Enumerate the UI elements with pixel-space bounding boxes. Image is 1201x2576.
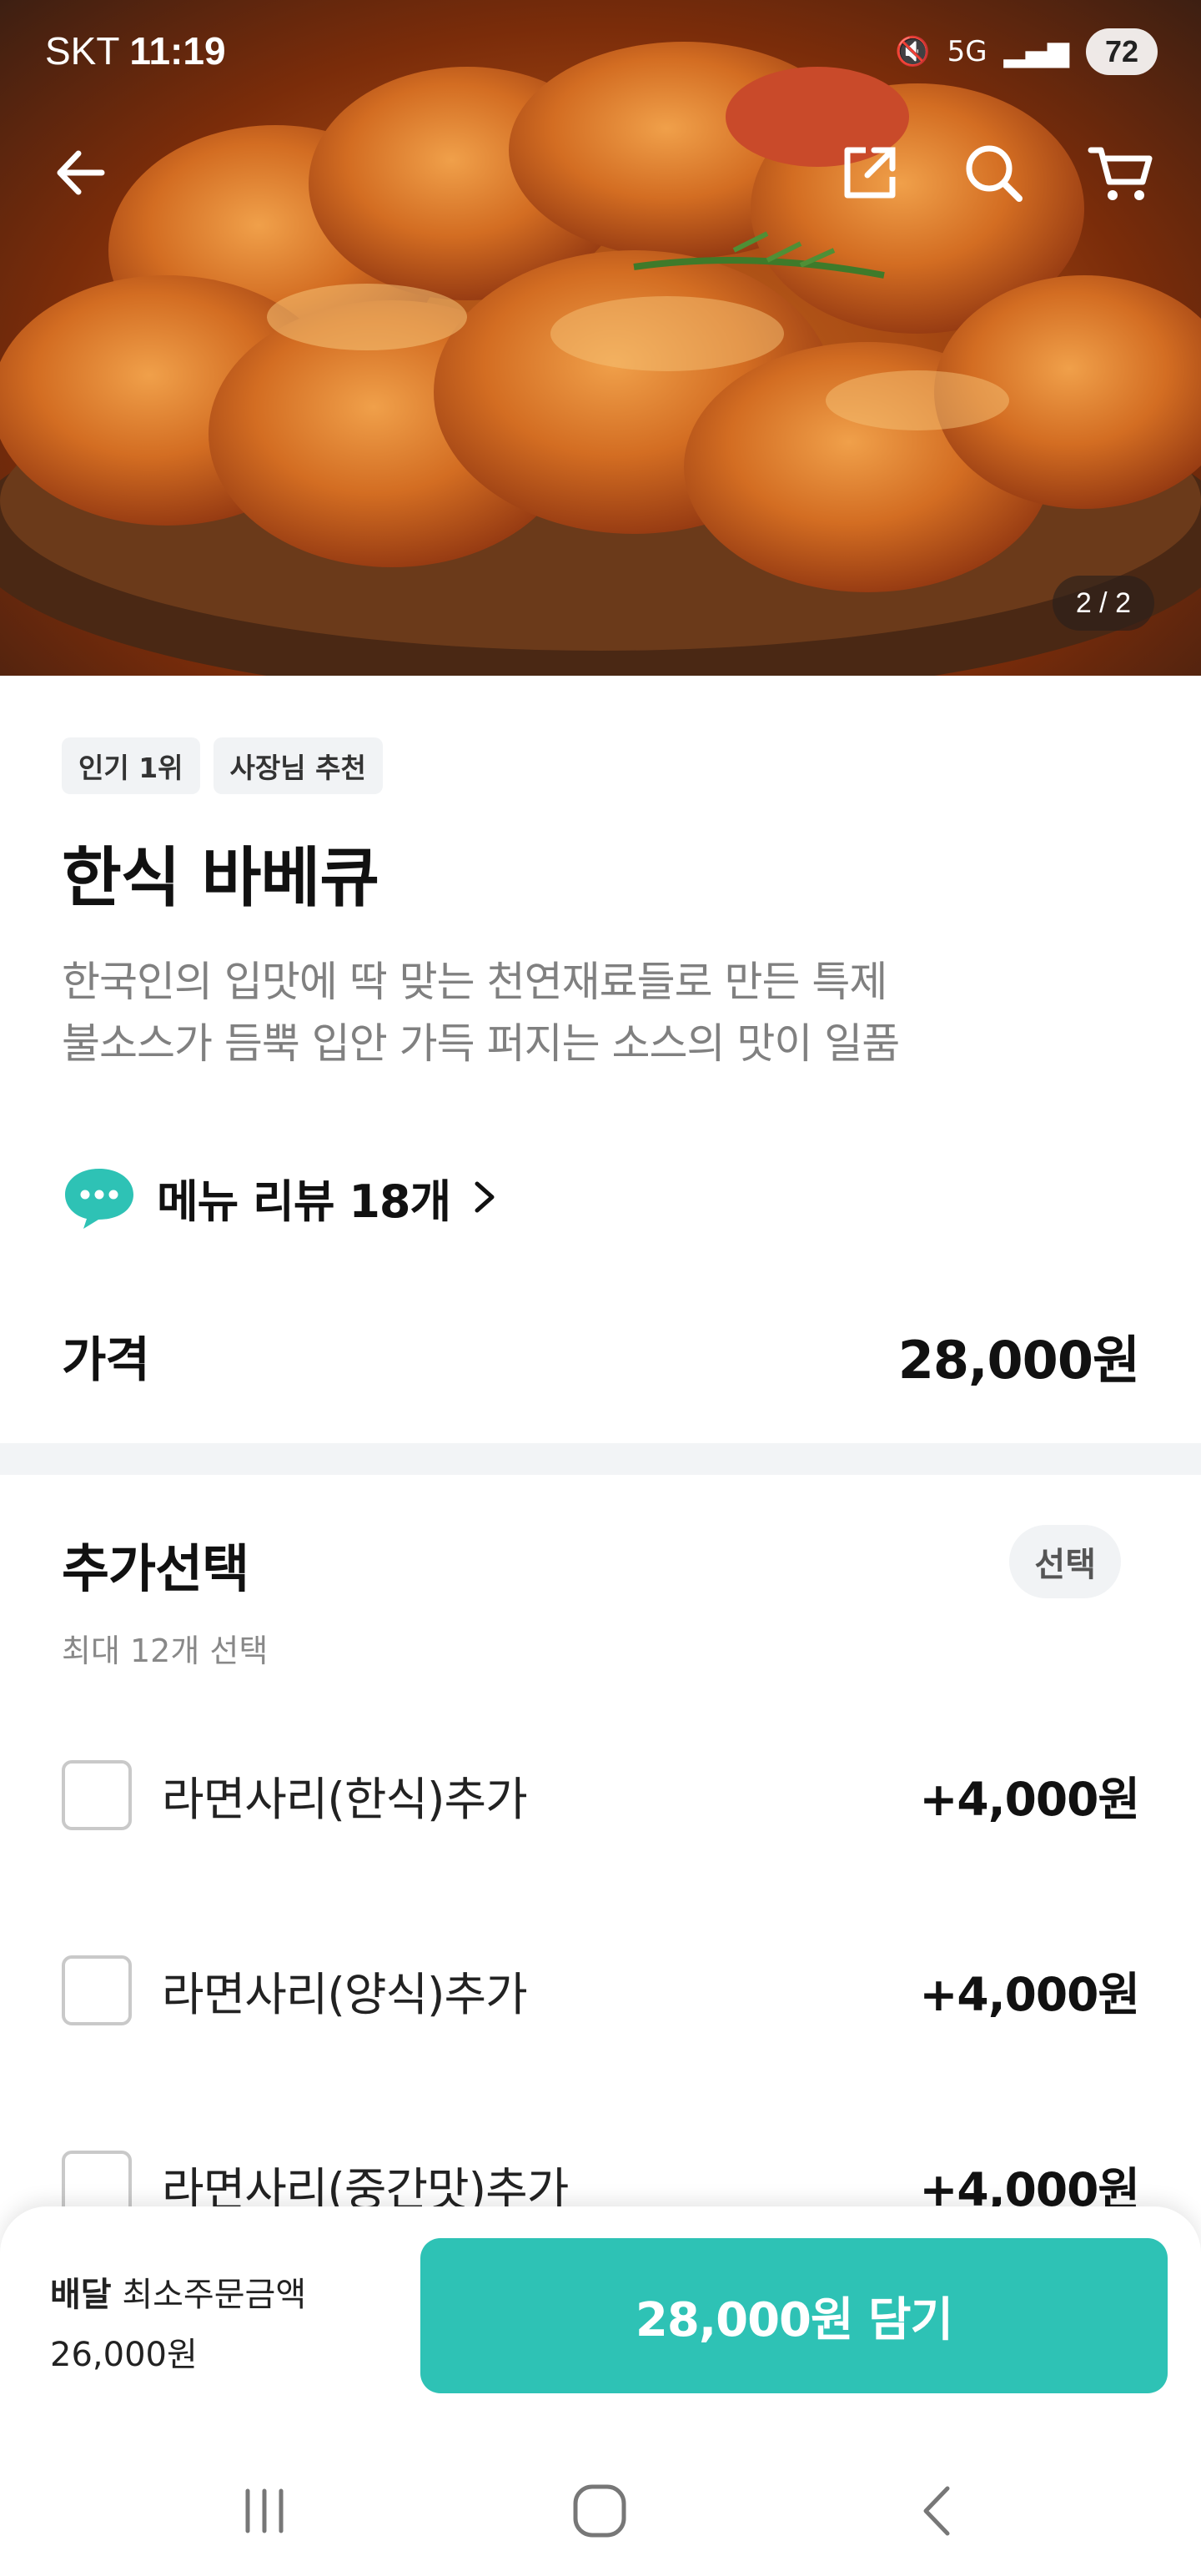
network-icon: 5G	[947, 35, 987, 68]
home-icon	[573, 2484, 626, 2538]
cart-button[interactable]	[1083, 135, 1158, 210]
description-line: 불소스가 듬뿍 입안 가득 퍼지는 소스의 맛이 일품	[62, 1019, 900, 1068]
option-name: 라면사리(한식)추가	[162, 1773, 528, 1826]
price-row: 가격 28,000원	[62, 1318, 1140, 1393]
options-section: 추가선택 선택 최대 12개 선택 라면사리(한식)추가 +4,000원 라면사…	[0, 1475, 1201, 2309]
delivery-min-order: 배달 최소주문금액 26,000원	[50, 2265, 306, 2385]
option-price: +4,000원	[919, 1773, 1140, 1826]
add-to-cart-button[interactable]: 28,000원 담기	[420, 2238, 1168, 2393]
option-row[interactable]: 라면사리(양식)추가 +4,000원	[62, 1949, 1140, 2032]
badge-owner-pick: 사장님 추천	[213, 737, 383, 794]
option-price: +4,000원	[919, 1968, 1140, 2021]
option-checkbox[interactable]	[62, 1760, 132, 1830]
search-icon	[966, 145, 1023, 202]
min-order-line: 배달 최소주문금액	[50, 2265, 306, 2325]
section-divider	[0, 1443, 1201, 1475]
chat-bubble-icon	[65, 1169, 133, 1229]
status-bar: SKT 11:19 🔇 5G ▂▄▆ 72	[0, 0, 1201, 108]
recents-icon	[245, 2488, 284, 2533]
back-icon	[923, 2486, 950, 2536]
system-back-button[interactable]	[899, 2473, 974, 2548]
delivery-label: 배달	[50, 2276, 112, 2314]
min-order-value: 26,000원	[50, 2336, 198, 2374]
recents-button[interactable]	[227, 2473, 302, 2548]
menu-description: 한국인의 입맛에 딱 맞는 천연재료들로 만든 특제 불소스가 듬뿍 입안 가득…	[62, 951, 1146, 1074]
badge-popular: 인기 1위	[62, 737, 200, 794]
chevron-right-icon	[475, 1181, 495, 1213]
description-line: 한국인의 입맛에 딱 맞는 천연재료들로 만든 특제	[62, 958, 887, 1006]
menu-review-link[interactable]: 메뉴 리뷰 18개	[62, 1160, 499, 1235]
share-icon	[844, 147, 896, 199]
status-icons: 🔇 5G ▂▄▆ 72	[895, 28, 1158, 75]
options-title: 추가선택	[62, 1538, 249, 1599]
options-optional-badge: 선택	[1009, 1525, 1121, 1598]
option-checkbox[interactable]	[62, 1955, 132, 2025]
mute-icon: 🔇	[895, 35, 931, 68]
cart-icon	[1088, 147, 1153, 200]
options-subtitle: 최대 12개 선택	[62, 1633, 269, 1669]
signal-icon: ▂▄▆	[1003, 35, 1069, 68]
search-button[interactable]	[956, 135, 1031, 210]
menu-info: 인기 1위 사장님 추천 한식 바베큐 한국인의 입맛에 딱 맞는 천연재료들로…	[0, 676, 1201, 1443]
back-arrow-icon	[57, 150, 105, 195]
battery-indicator: 72	[1086, 28, 1158, 75]
order-bottom-bar: 배달 최소주문금액 26,000원 28,000원 담기	[0, 2206, 1201, 2440]
badge-list: 인기 1위 사장님 추천	[62, 737, 383, 794]
option-name: 라면사리(양식)추가	[162, 1968, 528, 2021]
system-nav-bar	[0, 2440, 1201, 2576]
share-button[interactable]	[832, 135, 907, 210]
back-button[interactable]	[43, 135, 118, 210]
min-order-label: 최소주문금액	[122, 2276, 307, 2314]
review-label: 메뉴 리뷰 18개	[157, 1175, 451, 1228]
clock: 11:19	[129, 29, 226, 73]
option-row[interactable]: 라면사리(한식)추가 +4,000원	[62, 1753, 1140, 1837]
status-carrier: SKT 11:19	[45, 28, 226, 73]
image-counter: 2 / 2	[1052, 576, 1154, 631]
price-label: 가격	[62, 1331, 150, 1388]
menu-title: 한식 바베큐	[62, 841, 379, 916]
carrier-name: SKT	[45, 29, 119, 73]
home-button[interactable]	[562, 2473, 637, 2548]
price-value: 28,000원	[897, 1330, 1140, 1391]
menu-photo[interactable]: SKT 11:19 🔇 5G ▂▄▆ 72 2 / 2	[0, 0, 1201, 676]
